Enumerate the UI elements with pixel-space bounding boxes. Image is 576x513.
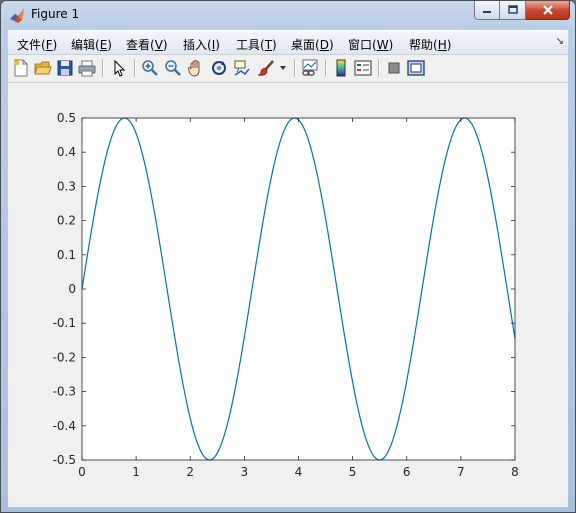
matlab-app-icon <box>10 9 24 23</box>
title-bar[interactable]: Figure 1 <box>1 1 575 29</box>
close-button[interactable] <box>526 1 570 20</box>
client-area: 文件(F) 编辑(E) 查看(V) 插入(I) 工具(T) 桌面(D) 窗口(W… <box>8 30 568 507</box>
x-tick-label: 7 <box>457 465 465 479</box>
minimize-button[interactable] <box>474 1 500 20</box>
x-tick-label: 2 <box>186 465 194 479</box>
y-tick-label: -0.4 <box>53 419 76 433</box>
y-tick-label: -0.5 <box>53 453 76 467</box>
brush-dropdown-button[interactable] <box>277 58 289 78</box>
colorbar-icon <box>336 59 346 77</box>
print-icon <box>78 60 96 77</box>
plot-svg[interactable]: 0 1 2 3 4 5 6 7 8 0.5 0.4 0.3 0.2 0.1 0 -0.1 -0.2 -0.3 -0.… <box>8 83 568 507</box>
x-tick-label: 8 <box>511 465 519 479</box>
x-tick-label: 0 <box>78 465 86 479</box>
colorbar-button[interactable] <box>331 58 351 78</box>
figure-canvas[interactable]: 0 1 2 3 4 5 6 7 8 0.5 0.4 0.3 0.2 0.1 0 -0.1 -0.2 -0.3 -0.… <box>8 83 568 507</box>
legend-button[interactable] <box>353 58 373 78</box>
x-tick-label: 3 <box>241 465 249 479</box>
x-tick-label: 6 <box>403 465 411 479</box>
hide-plot-tools-icon <box>388 62 400 74</box>
show-plot-tools-button[interactable] <box>406 58 426 78</box>
menu-view[interactable]: 查看(V) <box>126 36 168 53</box>
y-tick-label: 0.4 <box>57 145 76 159</box>
brush-button[interactable] <box>256 58 276 78</box>
y-tick-label: 0 <box>68 282 76 296</box>
edit-plot-button[interactable] <box>109 58 129 78</box>
axes-background <box>82 118 515 460</box>
edit-plot-arrow-icon <box>114 59 126 77</box>
x-tick-label: 4 <box>295 465 303 479</box>
menu-file[interactable]: 文件(F) <box>17 36 57 53</box>
x-tick-label: 1 <box>132 465 140 479</box>
minimize-icon <box>483 11 491 13</box>
rotate-3d-button[interactable] <box>209 58 229 78</box>
pan-hand-icon <box>188 60 200 77</box>
y-tick-label: -0.1 <box>53 316 76 330</box>
y-tick-label: 0.5 <box>57 111 76 125</box>
brush-icon <box>257 60 274 76</box>
menu-bar: 文件(F) 编辑(E) 查看(V) 插入(I) 工具(T) 桌面(D) 窗口(W… <box>8 30 568 55</box>
y-tick-label: -0.2 <box>53 350 76 364</box>
new-figure-button[interactable] <box>11 58 31 78</box>
open-file-button[interactable] <box>33 58 53 78</box>
zoom-in-icon <box>142 60 158 76</box>
menu-window[interactable]: 窗口(W) <box>348 36 393 53</box>
maximize-button[interactable] <box>500 1 526 20</box>
menu-tools[interactable]: 工具(T) <box>236 36 277 53</box>
menu-desktop[interactable]: 桌面(D) <box>291 36 334 53</box>
zoom-out-button[interactable] <box>163 58 183 78</box>
close-icon <box>542 5 553 15</box>
y-tick-label: 0.1 <box>57 248 76 262</box>
x-tick-label: 5 <box>349 465 357 479</box>
save-button[interactable] <box>55 58 75 78</box>
data-cursor-button[interactable] <box>232 58 252 78</box>
print-button[interactable] <box>77 58 97 78</box>
hide-plot-tools-button[interactable] <box>384 58 404 78</box>
save-icon <box>57 60 73 76</box>
window-title: Figure 1 <box>31 7 80 21</box>
new-figure-icon <box>14 59 28 77</box>
link-plot-icon <box>302 59 318 76</box>
data-cursor-icon <box>234 60 250 76</box>
show-plot-tools-icon <box>407 60 425 76</box>
open-file-icon <box>34 61 52 75</box>
y-tick-label: 0.2 <box>57 214 76 228</box>
zoom-in-button[interactable] <box>140 58 160 78</box>
figure-toolbar <box>8 55 568 83</box>
menu-edit[interactable]: 编辑(E) <box>71 36 112 53</box>
figure-window: Figure 1 文件(F) 编辑(E) 查看(V) 插入(I) 工具(T) 桌… <box>0 0 576 513</box>
y-tick-label: 0.3 <box>57 179 76 193</box>
menu-insert[interactable]: 插入(I) <box>183 36 220 53</box>
zoom-out-icon <box>165 60 181 76</box>
maximize-icon <box>507 5 518 14</box>
menu-overflow-icon[interactable]: ↘ <box>556 36 564 47</box>
menu-help[interactable]: 帮助(H) <box>409 36 451 53</box>
link-plot-button[interactable] <box>300 58 320 78</box>
legend-icon <box>354 60 372 76</box>
y-tick-label: -0.3 <box>53 385 76 399</box>
pan-button[interactable] <box>186 58 206 78</box>
rotate-3d-icon <box>212 61 226 75</box>
brush-dropdown-icon <box>280 66 286 70</box>
